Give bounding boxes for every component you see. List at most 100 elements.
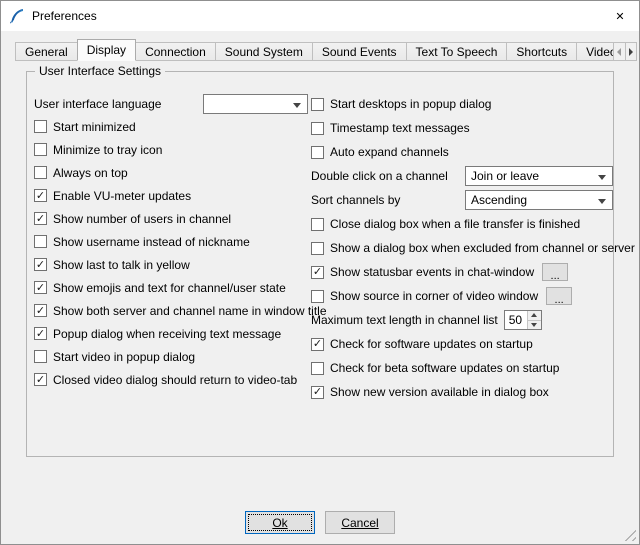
checkbox-label: Show source in corner of video window [330, 289, 538, 303]
statusbar-events-row: Show statusbar events in chat-window ... [311, 260, 613, 284]
tab-label: Connection [145, 45, 206, 59]
checkbox-icon [34, 350, 47, 363]
checkbox-label: Timestamp text messages [330, 121, 470, 135]
checkbox-icon [311, 146, 324, 159]
tab-general[interactable]: General [15, 42, 78, 61]
scroll-left-icon [617, 48, 621, 56]
checkbox-icon [34, 235, 47, 248]
checkbox-statusbar-events[interactable]: Show statusbar events in chat-window [311, 265, 534, 279]
tab-scroll-right-button[interactable] [626, 42, 638, 61]
checkbox-icon [34, 212, 47, 225]
checkbox-label: Show statusbar events in chat-window [330, 265, 534, 279]
tab-sound-system[interactable]: Sound System [215, 42, 313, 61]
ok-button[interactable]: Ok [245, 511, 315, 534]
arrow-down-icon [531, 323, 537, 327]
checkbox-icon [34, 373, 47, 386]
spinner-up-button[interactable] [528, 311, 541, 320]
checkbox-label: Enable VU-meter updates [53, 189, 191, 203]
tab-shortcuts[interactable]: Shortcuts [506, 42, 577, 61]
max-text-length-row: Maximum text length in channel list 50 [311, 308, 613, 332]
checkbox-username-instead-nickname[interactable]: Show username instead of nickname [34, 230, 308, 253]
checkbox-icon [311, 362, 324, 375]
checkbox-icon [34, 143, 47, 156]
checkbox-label: Show number of users in channel [53, 212, 231, 226]
checkbox-auto-expand-channels[interactable]: Auto expand channels [311, 140, 613, 164]
checkbox-dialog-when-excluded[interactable]: Show a dialog box when excluded from cha… [311, 236, 613, 260]
tab-video[interactable]: Video [576, 42, 613, 61]
checkbox-closed-video-return-tab[interactable]: Closed video dialog should return to vid… [34, 368, 308, 391]
scroll-right-icon [629, 48, 633, 56]
checkbox-emojis-text-state[interactable]: Show emojis and text for channel/user st… [34, 276, 308, 299]
checkbox-label: Popup dialog when receiving text message [53, 327, 281, 341]
tab-sound-events[interactable]: Sound Events [312, 42, 407, 61]
tab-label: Sound Events [322, 45, 397, 59]
checkbox-server-channel-in-title[interactable]: Show both server and channel name in win… [34, 299, 308, 322]
checkbox-label: Show new version available in dialog box [330, 385, 549, 399]
tab-label: Display [87, 43, 126, 57]
sort-channels-combobox[interactable]: Ascending [465, 190, 613, 210]
checkbox-show-user-count[interactable]: Show number of users in channel [34, 207, 308, 230]
tab-text-to-speech[interactable]: Text To Speech [406, 42, 508, 61]
tab-scroll-left-button[interactable] [613, 42, 626, 61]
video-source-row: Show source in corner of video window ..… [311, 284, 613, 308]
checkbox-video-source-corner[interactable]: Show source in corner of video window [311, 289, 538, 303]
title-bar[interactable]: Preferences ✕ [1, 1, 639, 31]
checkbox-check-beta-updates[interactable]: Check for beta software updates on start… [311, 356, 613, 380]
max-text-length-spinner[interactable]: 50 [504, 310, 542, 330]
language-combobox[interactable] [203, 94, 308, 114]
checkbox-check-updates[interactable]: Check for software updates on startup [311, 332, 613, 356]
checkbox-always-on-top[interactable]: Always on top [34, 161, 308, 184]
double-click-value: Join or leave [471, 169, 539, 183]
tab-label: General [25, 45, 68, 59]
checkbox-icon [311, 98, 324, 111]
checkbox-video-popup-dialog[interactable]: Start video in popup dialog [34, 345, 308, 368]
checkbox-label: Start video in popup dialog [53, 350, 195, 364]
arrow-up-icon [531, 313, 537, 317]
checkbox-timestamp-messages[interactable]: Timestamp text messages [311, 116, 613, 140]
double-click-combobox[interactable]: Join or leave [465, 166, 613, 186]
spinner-value: 50 [505, 311, 527, 329]
checkbox-label: Show a dialog box when excluded from cha… [330, 241, 635, 255]
checkbox-start-minimized[interactable]: Start minimized [34, 115, 308, 138]
checkbox-popup-on-text-message[interactable]: Popup dialog when receiving text message [34, 322, 308, 345]
tab-connection[interactable]: Connection [135, 42, 216, 61]
tab-label: Text To Speech [416, 45, 498, 59]
checkbox-desktops-popup[interactable]: Start desktops in popup dialog [311, 92, 613, 116]
checkbox-last-to-talk-yellow[interactable]: Show last to talk in yellow [34, 253, 308, 276]
tab-label: Sound System [225, 45, 303, 59]
max-text-length-label: Maximum text length in channel list [311, 313, 498, 327]
checkbox-icon [311, 242, 324, 255]
checkbox-label: Check for software updates on startup [330, 337, 533, 351]
double-click-row: Double click on a channel Join or leave [311, 164, 613, 188]
checkbox-icon [311, 338, 324, 351]
checkbox-label: Start desktops in popup dialog [330, 97, 491, 111]
checkbox-label: Show emojis and text for channel/user st… [53, 281, 286, 295]
checkbox-vu-meter-updates[interactable]: Enable VU-meter updates [34, 184, 308, 207]
checkbox-minimize-to-tray[interactable]: Minimize to tray icon [34, 138, 308, 161]
cancel-button[interactable]: Cancel [325, 511, 395, 534]
tab-display[interactable]: Display [77, 39, 136, 61]
checkbox-icon [34, 281, 47, 294]
checkbox-icon [34, 327, 47, 340]
app-logo-icon [9, 8, 25, 24]
checkbox-icon [311, 122, 324, 135]
window-title: Preferences [32, 9, 97, 23]
checkbox-label: Auto expand channels [330, 145, 449, 159]
checkbox-icon [34, 304, 47, 317]
checkbox-label: Show both server and channel name in win… [53, 304, 327, 318]
checkbox-icon [311, 386, 324, 399]
checkbox-new-version-dialog[interactable]: Show new version available in dialog box [311, 380, 613, 404]
spinner-down-button[interactable] [528, 320, 541, 330]
tab-label: Video [586, 45, 613, 59]
double-click-label: Double click on a channel [311, 169, 448, 183]
checkbox-label: Always on top [53, 166, 128, 180]
video-source-more-button[interactable]: ... [546, 287, 572, 305]
statusbar-events-more-button[interactable]: ... [542, 263, 568, 281]
checkbox-label: Show last to talk in yellow [53, 258, 190, 272]
checkbox-label: Closed video dialog should return to vid… [53, 373, 297, 387]
sort-channels-row: Sort channels by Ascending [311, 188, 613, 212]
close-button[interactable]: ✕ [601, 1, 639, 31]
tab-scroll-buttons [613, 42, 637, 61]
checkbox-close-on-transfer-finished[interactable]: Close dialog box when a file transfer is… [311, 212, 613, 236]
checkbox-label: Check for beta software updates on start… [330, 361, 559, 375]
